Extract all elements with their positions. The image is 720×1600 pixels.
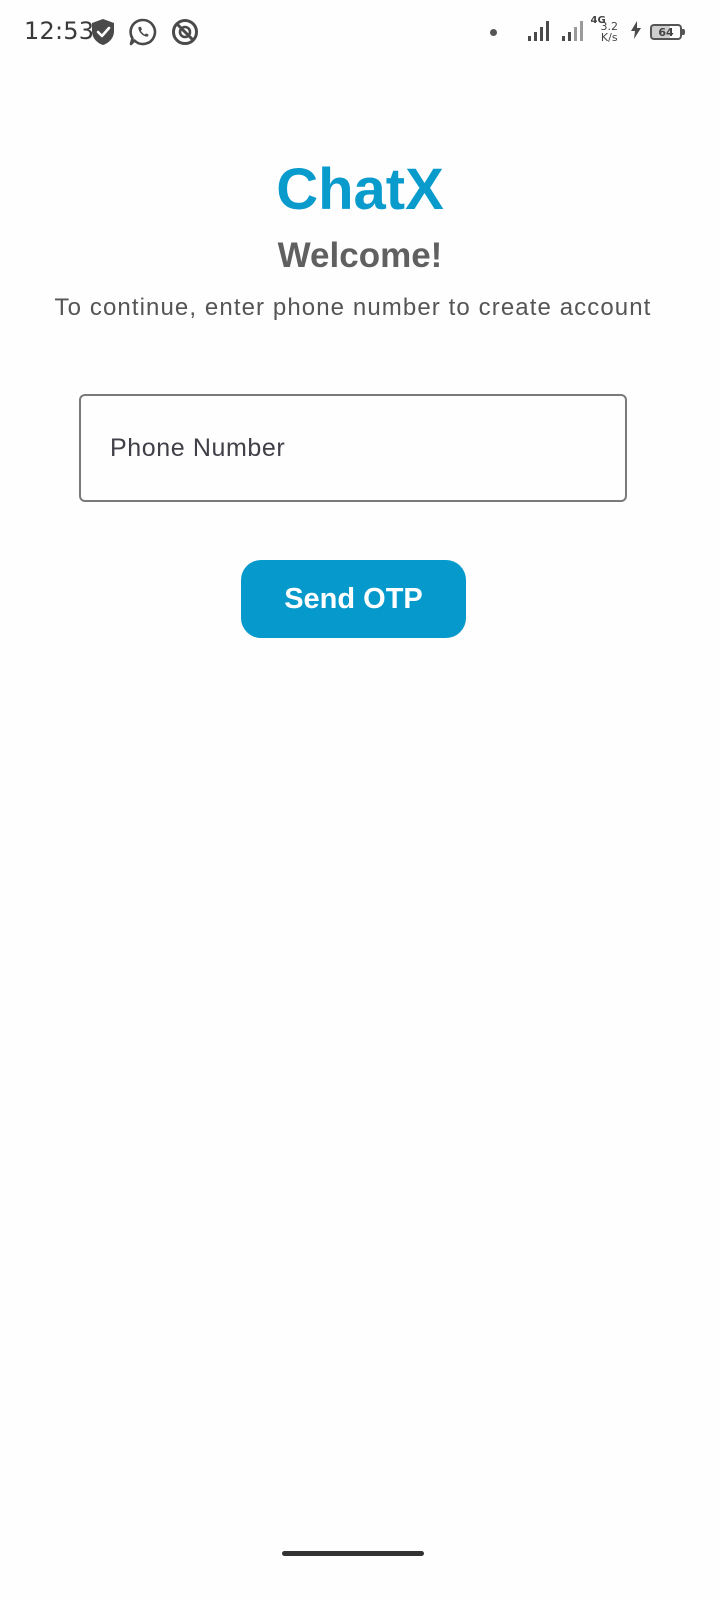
- home-indicator[interactable]: [282, 1551, 424, 1556]
- phone-number-input[interactable]: [81, 396, 625, 500]
- status-time: 12:53: [24, 17, 95, 45]
- notification-dot-icon: [489, 28, 497, 36]
- status-left-icons: [90, 16, 200, 48]
- app-title: ChatX: [276, 157, 444, 222]
- welcome-heading: Welcome!: [277, 236, 443, 275]
- charging-icon: [630, 20, 642, 44]
- status-bar: 12:53 4G 3.2 K/s 64: [0, 0, 720, 64]
- login-screen: 12:53 4G 3.2 K/s 64 ChatX Welcome! To co…: [0, 0, 720, 1600]
- battery-level: 64: [658, 25, 674, 39]
- network-type-label: 4G: [590, 14, 606, 26]
- whatsapp-icon: [128, 17, 158, 47]
- send-otp-button[interactable]: Send OTP: [241, 560, 466, 638]
- network-speed-unit: K/s: [600, 31, 618, 44]
- battery-icon: 64: [650, 24, 685, 40]
- location-off-icon: [170, 17, 200, 47]
- signal-icon: [527, 18, 553, 47]
- status-right-icons: 4G 3.2 K/s 64: [489, 14, 685, 50]
- signal-4g-icon: 4G: [561, 15, 606, 47]
- instruction-text: To continue, enter phone number to creat…: [54, 294, 652, 321]
- phone-number-field: [79, 394, 627, 502]
- shield-icon: [90, 18, 116, 46]
